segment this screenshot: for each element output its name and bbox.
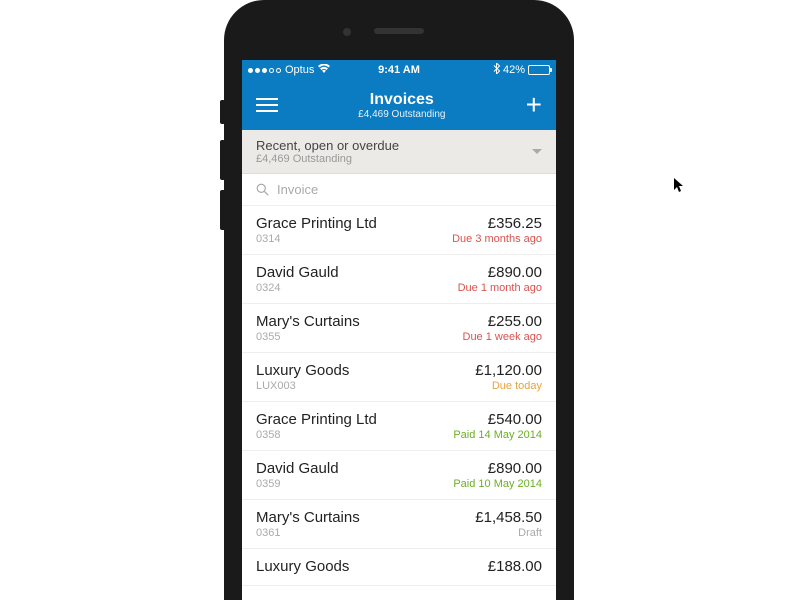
invoice-row[interactable]: David Gauld0359 £890.00Paid 10 May 2014 [242,451,556,500]
invoice-customer: Mary's Curtains [256,313,360,330]
add-invoice-button[interactable]: + [526,91,542,119]
invoice-status: Paid 10 May 2014 [453,478,542,490]
page-title: Invoices [278,91,526,109]
invoice-customer: David Gauld [256,460,339,477]
invoice-row[interactable]: Grace Printing Ltd0358 £540.00Paid 14 May… [242,402,556,451]
invoice-amount: £188.00 [488,558,542,575]
invoice-customer: Grace Printing Ltd [256,215,377,232]
invoice-status: Due today [475,380,542,392]
invoice-row[interactable]: David Gauld0324 £890.00Due 1 month ago [242,255,556,304]
invoice-row[interactable]: Mary's Curtains0361 £1,458.50Draft [242,500,556,549]
invoice-ref: 0358 [256,429,377,441]
chevron-down-icon [532,149,542,154]
invoice-row[interactable]: Grace Printing Ltd0314 £356.25Due 3 month… [242,206,556,255]
carrier-label: Optus [285,64,314,76]
phone-volume-down [220,190,224,230]
invoice-customer: Grace Printing Ltd [256,411,377,428]
bluetooth-icon [493,63,500,77]
invoice-status: Draft [475,527,542,539]
invoice-status: Paid 14 May 2014 [453,429,542,441]
filter-dropdown[interactable]: Recent, open or overdue £4,469 Outstandi… [242,130,556,174]
invoice-ref: 0355 [256,331,360,343]
screen: Optus 9:41 AM 42% Invoices £4,469 Outsta… [242,60,556,600]
nav-bar: Invoices £4,469 Outstanding + [242,80,556,130]
invoice-status: Due 1 month ago [458,282,542,294]
search-placeholder: Invoice [277,182,318,197]
phone-frame: Optus 9:41 AM 42% Invoices £4,469 Outsta… [224,0,574,600]
invoice-amount: £890.00 [458,264,542,281]
phone-speaker [374,28,424,34]
battery-percent: 42% [503,64,525,76]
status-right: 42% [493,63,550,77]
invoice-row[interactable]: Mary's Curtains0355 £255.00Due 1 week ago [242,304,556,353]
invoice-amount: £356.25 [452,215,542,232]
phone-camera [343,28,351,36]
nav-title-block: Invoices £4,469 Outstanding [278,91,526,120]
filter-subtitle: £4,469 Outstanding [256,153,399,165]
status-left: Optus [248,64,330,76]
menu-button[interactable] [256,98,278,112]
battery-icon [528,65,550,75]
invoice-amount: £1,458.50 [475,509,542,526]
invoice-customer: Mary's Curtains [256,509,360,526]
invoice-ref: 0314 [256,233,377,245]
phone-volume-up [220,140,224,180]
mouse-cursor-icon [674,178,686,197]
invoice-amount: £1,120.00 [475,362,542,379]
signal-strength-icon [248,68,281,73]
invoice-ref: 0361 [256,527,360,539]
search-icon [256,183,269,196]
invoice-amount: £255.00 [463,313,543,330]
invoice-customer: David Gauld [256,264,339,281]
invoice-ref: LUX003 [256,380,349,392]
invoice-customer: Luxury Goods [256,558,349,575]
filter-title: Recent, open or overdue [256,138,399,153]
invoice-row[interactable]: Luxury Goods £188.00 [242,549,556,586]
invoice-status: Due 1 week ago [463,331,543,343]
phone-mute-switch [220,100,224,124]
invoice-row[interactable]: Luxury GoodsLUX003 £1,120.00Due today [242,353,556,402]
invoice-status: Due 3 months ago [452,233,542,245]
invoice-list: Grace Printing Ltd0314£356.25Due 3 month… [242,206,556,586]
invoice-amount: £890.00 [453,460,542,477]
wifi-icon [318,64,330,76]
status-time: 9:41 AM [378,64,420,76]
invoice-ref: 0359 [256,478,339,490]
search-bar[interactable]: Invoice [242,174,556,206]
invoice-customer: Luxury Goods [256,362,349,379]
invoice-ref: 0324 [256,282,339,294]
status-bar: Optus 9:41 AM 42% [242,60,556,80]
page-subtitle: £4,469 Outstanding [278,109,526,120]
invoice-amount: £540.00 [453,411,542,428]
